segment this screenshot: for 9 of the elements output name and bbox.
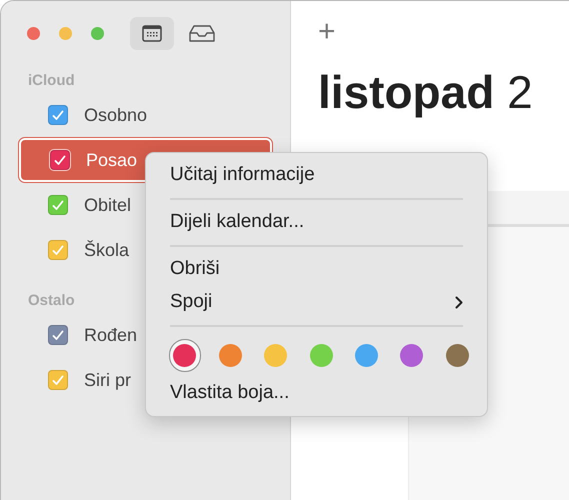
calendar-name: Siri pr bbox=[84, 368, 132, 392]
month-title: listopad 2 bbox=[318, 69, 534, 115]
calendar-name: Škola bbox=[84, 238, 130, 262]
calendar-name: Obitel bbox=[84, 194, 132, 216]
calendar-name: Rođen bbox=[84, 324, 138, 346]
calendar-name: Osobno bbox=[84, 104, 148, 126]
section-header: Ostalo bbox=[28, 290, 75, 311]
calendar-name: Posao bbox=[86, 148, 138, 172]
section-header: iCloud bbox=[28, 70, 75, 91]
